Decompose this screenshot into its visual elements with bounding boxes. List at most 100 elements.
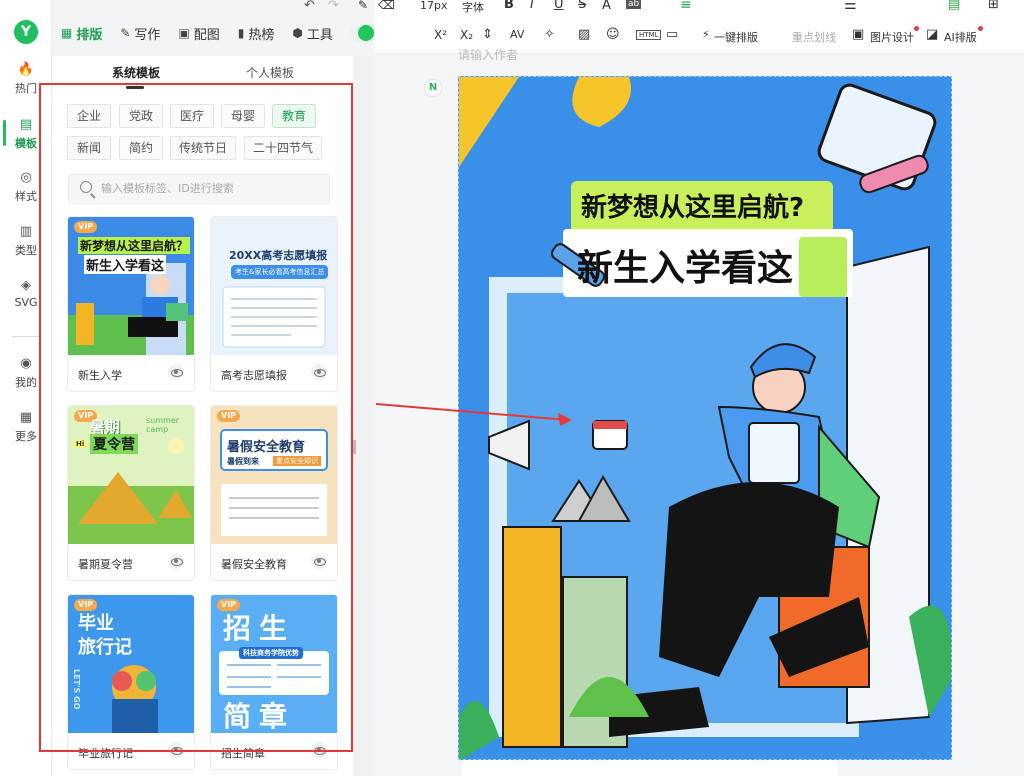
chip-party[interactable]: 党政 <box>119 104 163 128</box>
chip-news[interactable]: 新闻 <box>67 136 111 160</box>
left-icon-rail: Y 🔥 热门 ▤ 模板 ◎ 样式 ▥ 类型 ◈ SVG ◉ 我的 ▦ 更多 <box>0 0 52 776</box>
rail-item-svg[interactable]: ◈ SVG <box>0 278 52 309</box>
panel-resize-handle[interactable] <box>353 440 356 454</box>
template-thumbnail: VIP 新梦想从这里启航？ 新生入学看这 <box>68 217 194 355</box>
template-card[interactable]: VIP 暑期 夏令营 Hi summer camp 暑期夏令营 <box>67 405 195 581</box>
rail-divider <box>12 336 40 337</box>
underline-button[interactable]: U <box>554 0 564 12</box>
chip-festival[interactable]: 传统节日 <box>170 136 236 160</box>
bold-button[interactable]: B <box>504 0 514 12</box>
template-thumbnail: VIP 暑假安全教育 暑假到来 重点安全知识 <box>211 406 337 544</box>
rail-item-more[interactable]: ▦ 更多 <box>0 410 52 444</box>
type-icon: ▥ <box>19 224 33 239</box>
redo-icon[interactable]: ↷ <box>328 0 339 13</box>
layout-icon: ▦ <box>61 26 73 40</box>
superscript-button[interactable]: X² <box>434 28 447 42</box>
block-badge[interactable]: N <box>424 79 442 97</box>
briefcase-icon[interactable]: ▭ <box>666 27 678 42</box>
emoji-icon[interactable]: ☺ <box>606 27 620 42</box>
undo-icon[interactable]: ↶ <box>304 0 315 13</box>
eraser-icon[interactable]: ⌫ <box>378 0 395 12</box>
article-preview-lines <box>222 286 326 348</box>
rail-item-styles[interactable]: ◎ 样式 <box>0 170 52 204</box>
template-card-label: 招生简章 <box>221 747 265 760</box>
indent-icon[interactable]: ▤ <box>948 0 960 12</box>
strike-button[interactable]: S <box>578 0 586 12</box>
template-search-input[interactable]: 输入模板标签、ID进行搜索 <box>68 174 330 204</box>
table-icon[interactable]: ⊞ <box>988 0 999 12</box>
image-design-icon[interactable]: ▣ <box>852 27 864 42</box>
svg-icon: ◈ <box>21 278 31 293</box>
vip-badge: VIP <box>217 410 241 422</box>
rail-item-templates[interactable]: ▤ 模板 <box>0 117 52 151</box>
top-tabs: ▦ 排版 ✎ 写作 ▣ 配图 ▮ 热榜 ⬢ 工具 <box>52 18 384 48</box>
eye-icon[interactable] <box>168 553 184 569</box>
tab-images[interactable]: ▣ 配图 <box>169 18 228 48</box>
tab-system-templates[interactable]: 系统模板 <box>112 64 160 81</box>
search-icon <box>80 181 92 193</box>
app-logo[interactable]: Y <box>14 20 38 44</box>
template-card[interactable]: VIP 新梦想从这里启航？ 新生入学看这 新生入学 <box>67 216 195 392</box>
eye-icon[interactable] <box>168 742 184 758</box>
font-size-select[interactable]: 17px <box>420 0 448 12</box>
chip-maternity[interactable]: 母婴 <box>221 104 265 128</box>
one-click-layout-icon[interactable]: ⚡ <box>702 28 710 41</box>
letter-spacing-icon[interactable]: AV <box>510 28 524 41</box>
tab-personal-templates[interactable]: 个人模板 <box>246 64 294 81</box>
rail-item-mine[interactable]: ◉ 我的 <box>0 356 52 390</box>
eye-icon[interactable] <box>311 553 327 569</box>
poster-subtitle: 新生入学看这 <box>577 248 794 289</box>
author-placeholder[interactable]: 请输入作者 <box>458 46 518 63</box>
cube-icon: ⬢ <box>292 26 303 40</box>
eye-icon[interactable] <box>168 364 184 380</box>
image-icon: ▣ <box>178 26 190 40</box>
template-card[interactable]: VIP 毕业 旅行记 LET'S GO 毕业旅行记 <box>67 594 195 770</box>
tab-layout[interactable]: ▦ 排版 <box>52 18 111 48</box>
template-icon: ▤ <box>19 117 33 132</box>
one-click-layout-button[interactable]: 一键排版 <box>714 29 758 45</box>
tab-trending[interactable]: ▮ 热榜 <box>229 18 284 48</box>
template-thumbnail: VIP 毕业 旅行记 LET'S GO <box>68 595 194 733</box>
chip-enterprise[interactable]: 企业 <box>67 104 111 128</box>
magic-wand-icon[interactable]: ✧ <box>544 27 555 42</box>
rail-item-types[interactable]: ▥ 类型 <box>0 224 52 258</box>
highlight-underline-button[interactable]: 重点划线 <box>792 29 836 45</box>
tab-tools[interactable]: ⬢ 工具 <box>283 18 342 48</box>
insert-image-icon[interactable]: ▨ <box>578 27 590 42</box>
italic-button[interactable]: I <box>530 0 534 12</box>
tab-writing[interactable]: ✎ 写作 <box>111 18 169 48</box>
list-icon[interactable]: ☰ <box>844 0 857 13</box>
subscript-button[interactable]: X₂ <box>460 28 473 42</box>
chip-simple[interactable]: 简约 <box>119 136 163 160</box>
font-family-select[interactable]: 字体 <box>462 0 484 15</box>
ai-layout-button[interactable]: AI排版 <box>944 29 977 45</box>
highlight-color-icon[interactable]: ab <box>626 0 642 9</box>
template-card-label: 毕业旅行记 <box>78 747 133 760</box>
template-card-label: 暑期夏令营 <box>78 558 133 571</box>
template-panel: 系统模板 个人模板 企业 党政 医疗 母婴 教育 新闻 简约 传统节日 二十四节… <box>52 56 353 776</box>
canvas-bottom-bar <box>462 760 838 776</box>
chip-solar-terms[interactable]: 二十四节气 <box>244 136 322 160</box>
panel-scrollbar[interactable] <box>354 56 374 776</box>
template-card-label: 暑假安全教育 <box>221 558 287 571</box>
font-color-icon[interactable]: A <box>602 0 611 13</box>
template-thumbnail: 20XX高考志愿填报 考生&家长必看高考信息汇总 <box>211 217 337 355</box>
line-height-icon[interactable]: ⇕ <box>482 27 493 42</box>
ai-icon[interactable]: ◪ <box>926 27 938 42</box>
template-thumbnail: VIP 暑期 夏令营 Hi summer camp <box>68 406 194 544</box>
panel-tab-indicator <box>126 86 144 89</box>
html-button[interactable]: HTML <box>636 30 662 40</box>
chip-education[interactable]: 教育 <box>272 104 316 128</box>
chip-medical[interactable]: 医疗 <box>170 104 214 128</box>
template-thumbnail: VIP 招生 简章 科技商务学院优势 <box>211 595 337 733</box>
eye-icon[interactable] <box>311 364 327 380</box>
template-card[interactable]: VIP 暑假安全教育 暑假到来 重点安全知识 暑假安全教育 <box>210 405 338 581</box>
template-card[interactable]: VIP 招生 简章 科技商务学院优势 招生简章 <box>210 594 338 770</box>
image-design-button[interactable]: 图片设计 <box>870 29 914 45</box>
template-card[interactable]: 20XX高考志愿填报 考生&家长必看高考信息汇总 高考志愿填报 <box>210 216 338 392</box>
align-justify-icon[interactable]: ≡ <box>680 0 692 13</box>
rail-item-hot[interactable]: 🔥 热门 <box>0 62 52 96</box>
safety-banner <box>211 406 337 544</box>
eye-icon[interactable] <box>311 742 327 758</box>
format-painter-icon[interactable]: ✎ <box>358 0 368 12</box>
